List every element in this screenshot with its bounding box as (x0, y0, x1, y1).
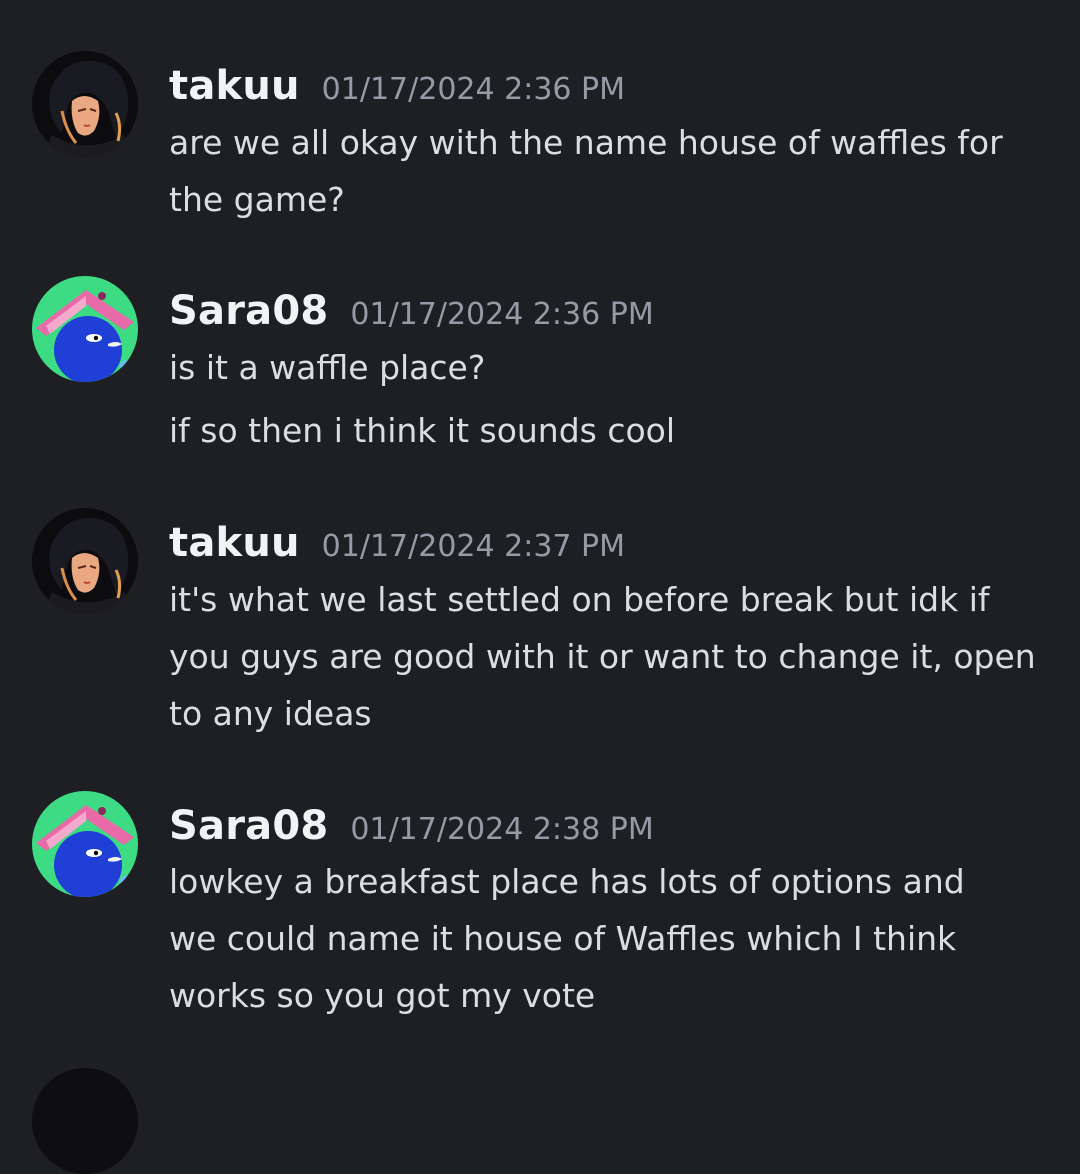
username[interactable]: Sara08 (169, 803, 328, 849)
avatar[interactable] (32, 508, 138, 614)
message-line: you guys are good with it or want to cha… (169, 637, 1036, 676)
message-content: are we all okay with the name house of w… (169, 114, 1059, 228)
avatar[interactable] (32, 276, 138, 382)
message-content: lowkey a breakfast place has lots of opt… (169, 853, 1059, 1024)
message-line: works so you got my vote (169, 976, 596, 1015)
message-content: it's what we last settled on before brea… (169, 571, 1059, 742)
message-line: is it a waffle place? (169, 348, 486, 387)
message-content: is it a waffle place? if so then i think… (169, 339, 1059, 459)
avatar[interactable] (32, 1068, 138, 1174)
username[interactable]: Sara08 (169, 288, 328, 334)
timestamp: 01/17/2024 2:38 PM (350, 812, 654, 847)
blue-penguin-book-avatar-icon (32, 276, 138, 382)
chat-message-list: takuu 01/17/2024 2:36 PM are we all okay… (0, 0, 1080, 1174)
avatar[interactable] (32, 51, 138, 157)
timestamp: 01/17/2024 2:36 PM (321, 72, 625, 107)
username[interactable]: takuu (169, 63, 300, 109)
username[interactable]: takuu (169, 520, 300, 566)
message-line: we could name it house of Waffles which … (169, 919, 957, 958)
message-line: the game? (169, 180, 345, 219)
message-line: to any ideas (169, 694, 372, 733)
anime-character-avatar-icon (32, 51, 138, 157)
message-header: takuu 01/17/2024 2:36 PM (169, 63, 625, 109)
anime-character-avatar-icon (32, 508, 138, 614)
message-line: are we all okay with the name house of w… (169, 123, 1003, 162)
timestamp: 01/17/2024 2:37 PM (321, 529, 625, 564)
avatar[interactable] (32, 791, 138, 897)
timestamp: 01/17/2024 2:36 PM (350, 297, 654, 332)
message-line: if so then i think it sounds cool (169, 411, 676, 450)
blue-penguin-book-avatar-icon (32, 791, 138, 897)
message-line: lowkey a breakfast place has lots of opt… (169, 862, 965, 901)
message-header: takuu 01/17/2024 2:37 PM (169, 520, 625, 566)
message-header: Sara08 01/17/2024 2:38 PM (169, 803, 654, 849)
message-header: Sara08 01/17/2024 2:36 PM (169, 288, 654, 334)
message-line: it's what we last settled on before brea… (169, 580, 990, 619)
